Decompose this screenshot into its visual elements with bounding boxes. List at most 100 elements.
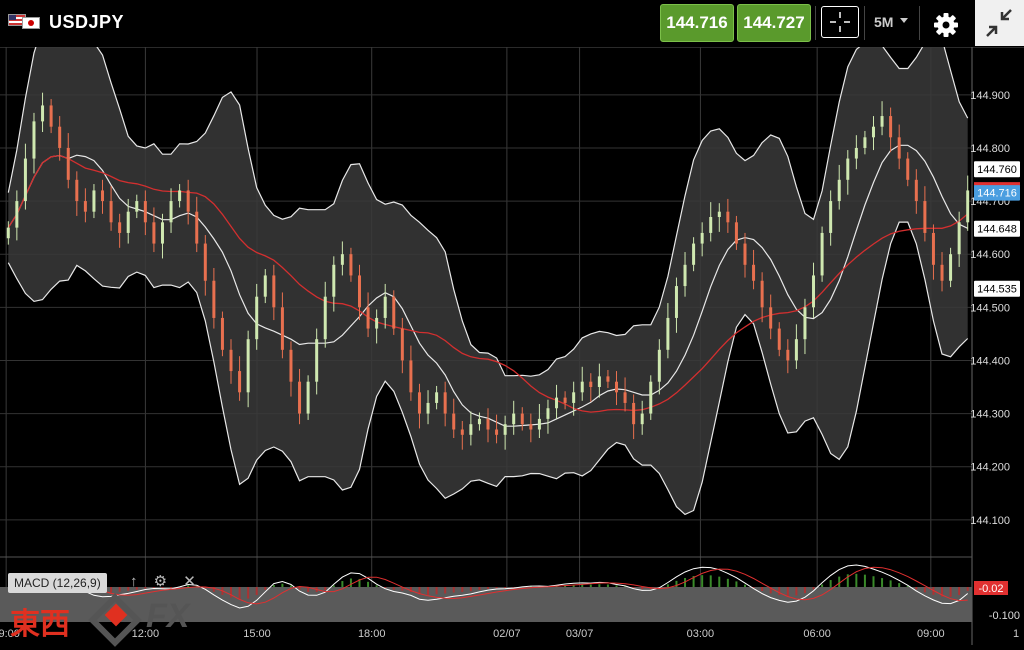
- crosshair-icon: [830, 12, 850, 32]
- candle-body: [726, 211, 730, 223]
- dropdown-arrow-icon: [900, 18, 909, 23]
- move-up-icon[interactable]: ↑: [130, 573, 138, 590]
- candle-body: [794, 339, 798, 361]
- time-tick-label: 06:00: [803, 628, 831, 640]
- candle-body: [614, 381, 618, 393]
- candle-body: [306, 381, 310, 414]
- candle-body: [160, 222, 164, 244]
- candle-body: [417, 392, 421, 414]
- candle-body: [212, 280, 216, 318]
- candle-body: [700, 232, 704, 244]
- crosshair-button[interactable]: [821, 6, 859, 38]
- price-marker-label: 144.648: [977, 224, 1017, 236]
- candle-body: [931, 232, 935, 265]
- bollinger-band-fill: [8, 24, 968, 515]
- macd-close-icon[interactable]: ✕: [183, 573, 196, 590]
- logo-kanji: 東西: [10, 607, 70, 642]
- candle-body: [186, 190, 190, 212]
- toolbar-divider: [864, 6, 865, 40]
- macd-settings-icon[interactable]: ⚙: [154, 573, 167, 590]
- candle-body: [392, 296, 396, 329]
- time-tick-label: 03/07: [566, 628, 594, 640]
- candle-body: [298, 381, 302, 414]
- candle-body: [854, 147, 858, 159]
- candle-body: [409, 360, 413, 393]
- candle-body: [683, 264, 687, 287]
- candle-body: [366, 307, 370, 329]
- price-tick-label: 144.200: [970, 462, 1010, 474]
- candle-body: [220, 317, 224, 350]
- candle-body: [632, 402, 636, 425]
- time-tick-label: 09:00: [917, 628, 945, 640]
- candle-body: [375, 317, 379, 329]
- candle-body: [495, 429, 499, 435]
- candle-body: [623, 392, 627, 403]
- candle-body: [846, 158, 850, 180]
- time-tick-label: 03:00: [687, 628, 715, 640]
- price-marker-label: 144.760: [977, 164, 1017, 176]
- price-tick-label: 144.500: [970, 302, 1010, 314]
- candle-body: [606, 376, 610, 382]
- timeframe-select[interactable]: 5M: [874, 14, 909, 30]
- candle-body: [589, 381, 593, 387]
- gear-icon[interactable]: [930, 9, 962, 41]
- price-marker-label: 144.535: [977, 284, 1017, 296]
- candle-body: [743, 243, 747, 265]
- candle-body: [195, 211, 199, 244]
- candle-body: [717, 211, 721, 217]
- candle-body: [957, 222, 961, 255]
- price-tick-label: 144.800: [970, 143, 1010, 155]
- candle-body: [246, 339, 250, 393]
- price-tick-label: 144.100: [970, 515, 1010, 527]
- candle-body: [289, 349, 293, 382]
- candle-body: [966, 190, 970, 223]
- macd-value-label: -0.02: [978, 583, 1003, 595]
- candle-body: [32, 121, 36, 159]
- candle-body: [486, 418, 490, 430]
- candle-body: [15, 201, 19, 228]
- candle-body: [92, 190, 96, 212]
- candle-body: [572, 392, 576, 403]
- candle-body: [880, 116, 884, 127]
- candle-body: [332, 264, 336, 297]
- candle-body: [889, 116, 893, 138]
- time-tick-label: 1: [1013, 628, 1019, 640]
- candle-body: [812, 275, 816, 308]
- candle-body: [503, 424, 507, 435]
- candle-body: [435, 392, 439, 403]
- price-tick-label: 144.600: [970, 249, 1010, 261]
- candle-body: [349, 254, 353, 276]
- timeframe-label: 5M: [874, 14, 894, 30]
- toolbar-divider: [919, 6, 920, 40]
- sell-price-button[interactable]: 144.716: [660, 4, 734, 42]
- price-tick-label: 144.900: [970, 90, 1010, 102]
- candle-body: [563, 397, 567, 403]
- candle-body: [460, 429, 464, 435]
- price-marker-label: 144.716: [977, 188, 1017, 200]
- candle-body: [546, 408, 550, 419]
- minimize-icon: [986, 9, 1012, 37]
- candle-body: [537, 418, 541, 430]
- macd-indicator-label[interactable]: MACD (12,26,9): [8, 573, 107, 593]
- candle-body: [940, 264, 944, 281]
- candle-body: [949, 254, 953, 281]
- price-chart-svg[interactable]: 144.900144.800144.700144.600144.500144.4…: [0, 23, 1024, 645]
- candle-body: [41, 105, 45, 122]
- candle-body: [734, 222, 738, 244]
- candle-body: [709, 217, 713, 233]
- candle-body: [580, 381, 584, 393]
- candle-body: [923, 201, 927, 233]
- candle-body: [692, 243, 696, 265]
- candle-body: [169, 201, 173, 223]
- candle-body: [203, 243, 207, 281]
- broker-logo: 東西 FX: [8, 593, 218, 647]
- macd-axis-tick: -0.100: [989, 610, 1020, 622]
- top-toolbar: USDJPY 144.716 144.727 5M: [0, 0, 1024, 48]
- candle-body: [452, 413, 456, 430]
- candle-body: [469, 424, 473, 435]
- candle-body: [315, 339, 319, 382]
- minimize-button[interactable]: [975, 0, 1024, 46]
- buy-price-button[interactable]: 144.727: [737, 4, 811, 42]
- candle-body: [58, 126, 62, 148]
- price-chart-area[interactable]: 144.900 144.800 144.700 144.600 144.500 144.4…: [0, 23, 1024, 645]
